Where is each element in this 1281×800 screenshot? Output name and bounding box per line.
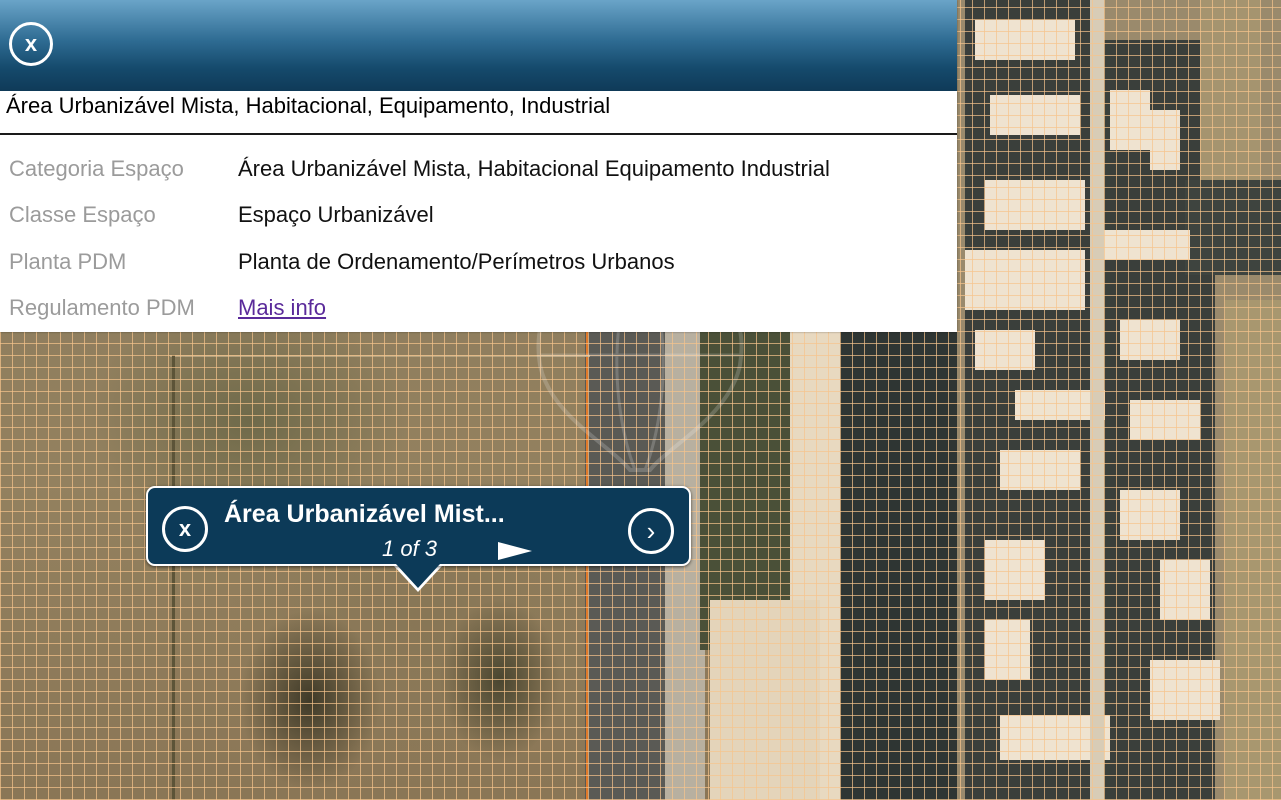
building <box>1225 300 1281 800</box>
attribute-label: Regulamento PDM <box>9 295 195 320</box>
close-icon: x <box>24 31 38 56</box>
building <box>1110 90 1150 150</box>
attribute-value: Planta de Ordenamento/Perímetros Urbanos <box>238 249 675 274</box>
industrial-zone <box>840 330 970 800</box>
building <box>1000 450 1080 490</box>
play-icon[interactable] <box>498 542 532 560</box>
popup-next-button[interactable]: › <box>628 508 674 554</box>
building <box>1120 320 1180 360</box>
mais-info-link[interactable]: Mais info <box>238 295 326 320</box>
panel-header: x <box>0 0 957 91</box>
building <box>1120 490 1180 540</box>
attribute-label: Planta PDM <box>9 249 127 274</box>
building <box>1200 0 1260 180</box>
popup-pointer <box>396 564 440 588</box>
attribute-label: Classe Espaço <box>9 202 156 227</box>
dark-field <box>1185 180 1281 275</box>
building <box>1160 560 1210 620</box>
building <box>1130 400 1200 440</box>
panel-divider <box>0 133 957 135</box>
attribute-row-categoria: Categoria Espaço Área Urbanizável Mista,… <box>0 156 957 196</box>
panel-close-button[interactable]: x <box>9 22 53 66</box>
building <box>985 620 1030 680</box>
attribute-row-regulamento: Regulamento PDM Mais info <box>0 295 957 335</box>
building <box>1100 230 1190 260</box>
attribute-value: Área Urbanizável Mista, Habitacional Equ… <box>238 156 830 181</box>
building <box>1150 660 1220 720</box>
popup-close-button[interactable]: x <box>162 506 208 552</box>
attribute-value-cell: Mais info <box>238 295 326 321</box>
building <box>965 250 1085 310</box>
building <box>1090 0 1104 800</box>
field-track <box>172 355 175 800</box>
attribute-label: Categoria Espaço <box>9 156 184 181</box>
popup-counter: 1 of 3 <box>382 536 438 561</box>
attribute-row-classe: Classe Espaço Espaço Urbanizável <box>0 202 957 242</box>
close-icon: x <box>178 516 192 541</box>
feature-info-panel: x Área Urbanizável Mista, Habitacional, … <box>0 0 957 332</box>
building <box>1150 110 1180 170</box>
building <box>985 180 1085 230</box>
sandy-lot-lower <box>710 600 820 800</box>
building <box>990 95 1080 135</box>
building <box>975 20 1075 60</box>
popup-title: Área Urbanizável Mist... <box>224 500 505 528</box>
attribute-value: Espaço Urbanizável <box>238 202 434 227</box>
building <box>985 540 1045 600</box>
map-popup-callout: x Área Urbanizável Mist... 1 of 3 › <box>146 486 691 566</box>
building <box>975 330 1035 370</box>
panel-title: Área Urbanizável Mista, Habitacional, Eq… <box>6 93 611 118</box>
field-track <box>170 355 590 357</box>
attribute-row-planta: Planta PDM Planta de Ordenamento/Perímet… <box>0 249 957 289</box>
chevron-right-icon: › <box>646 515 656 546</box>
